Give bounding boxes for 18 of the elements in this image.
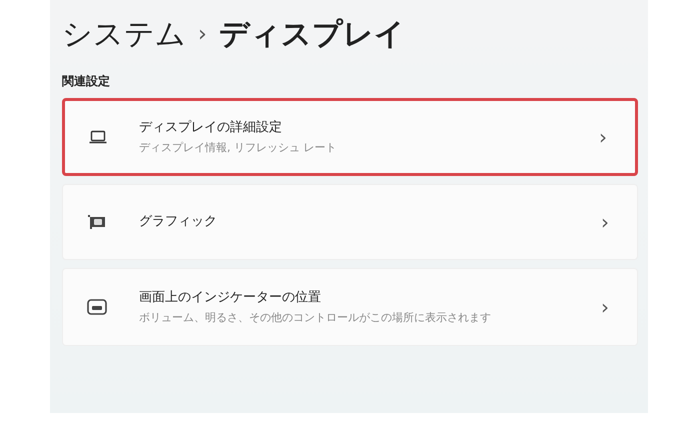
settings-card[interactable]: ディスプレイの詳細設定 ディスプレイ情報, リフレッシュ レート › — [62, 98, 638, 176]
chevron-icon: › — [601, 212, 609, 232]
card-title: ディスプレイの詳細設定 — [139, 119, 283, 137]
page-title: ディスプレイ — [218, 20, 405, 50]
section-title: 関連設定 — [62, 73, 111, 90]
graphics-card-icon — [87, 214, 107, 230]
card-title: グラフィック — [139, 213, 218, 232]
breadcrumb-separator: › — [198, 24, 207, 46]
laptop-icon — [89, 130, 107, 144]
chevron-icon: › — [601, 297, 609, 317]
card-subtitle: ディスプレイ情報, リフレッシュ レート — [139, 140, 338, 156]
chevron-icon: › — [599, 127, 607, 147]
card-subtitle: ボリューム、明るさ、その他のコントロールがこの場所に表示されます — [139, 310, 492, 326]
breadcrumb-parent[interactable]: システム — [62, 20, 186, 50]
settings-card[interactable]: グラフィック › — [62, 184, 638, 260]
card-title: 画面上のインジケーターの位置 — [139, 289, 322, 307]
screen-indicator-icon — [87, 299, 107, 315]
settings-card[interactable]: 画面上のインジケーターの位置 ボリューム、明るさ、その他のコントロールがこの場所に表示されます › — [62, 268, 638, 346]
